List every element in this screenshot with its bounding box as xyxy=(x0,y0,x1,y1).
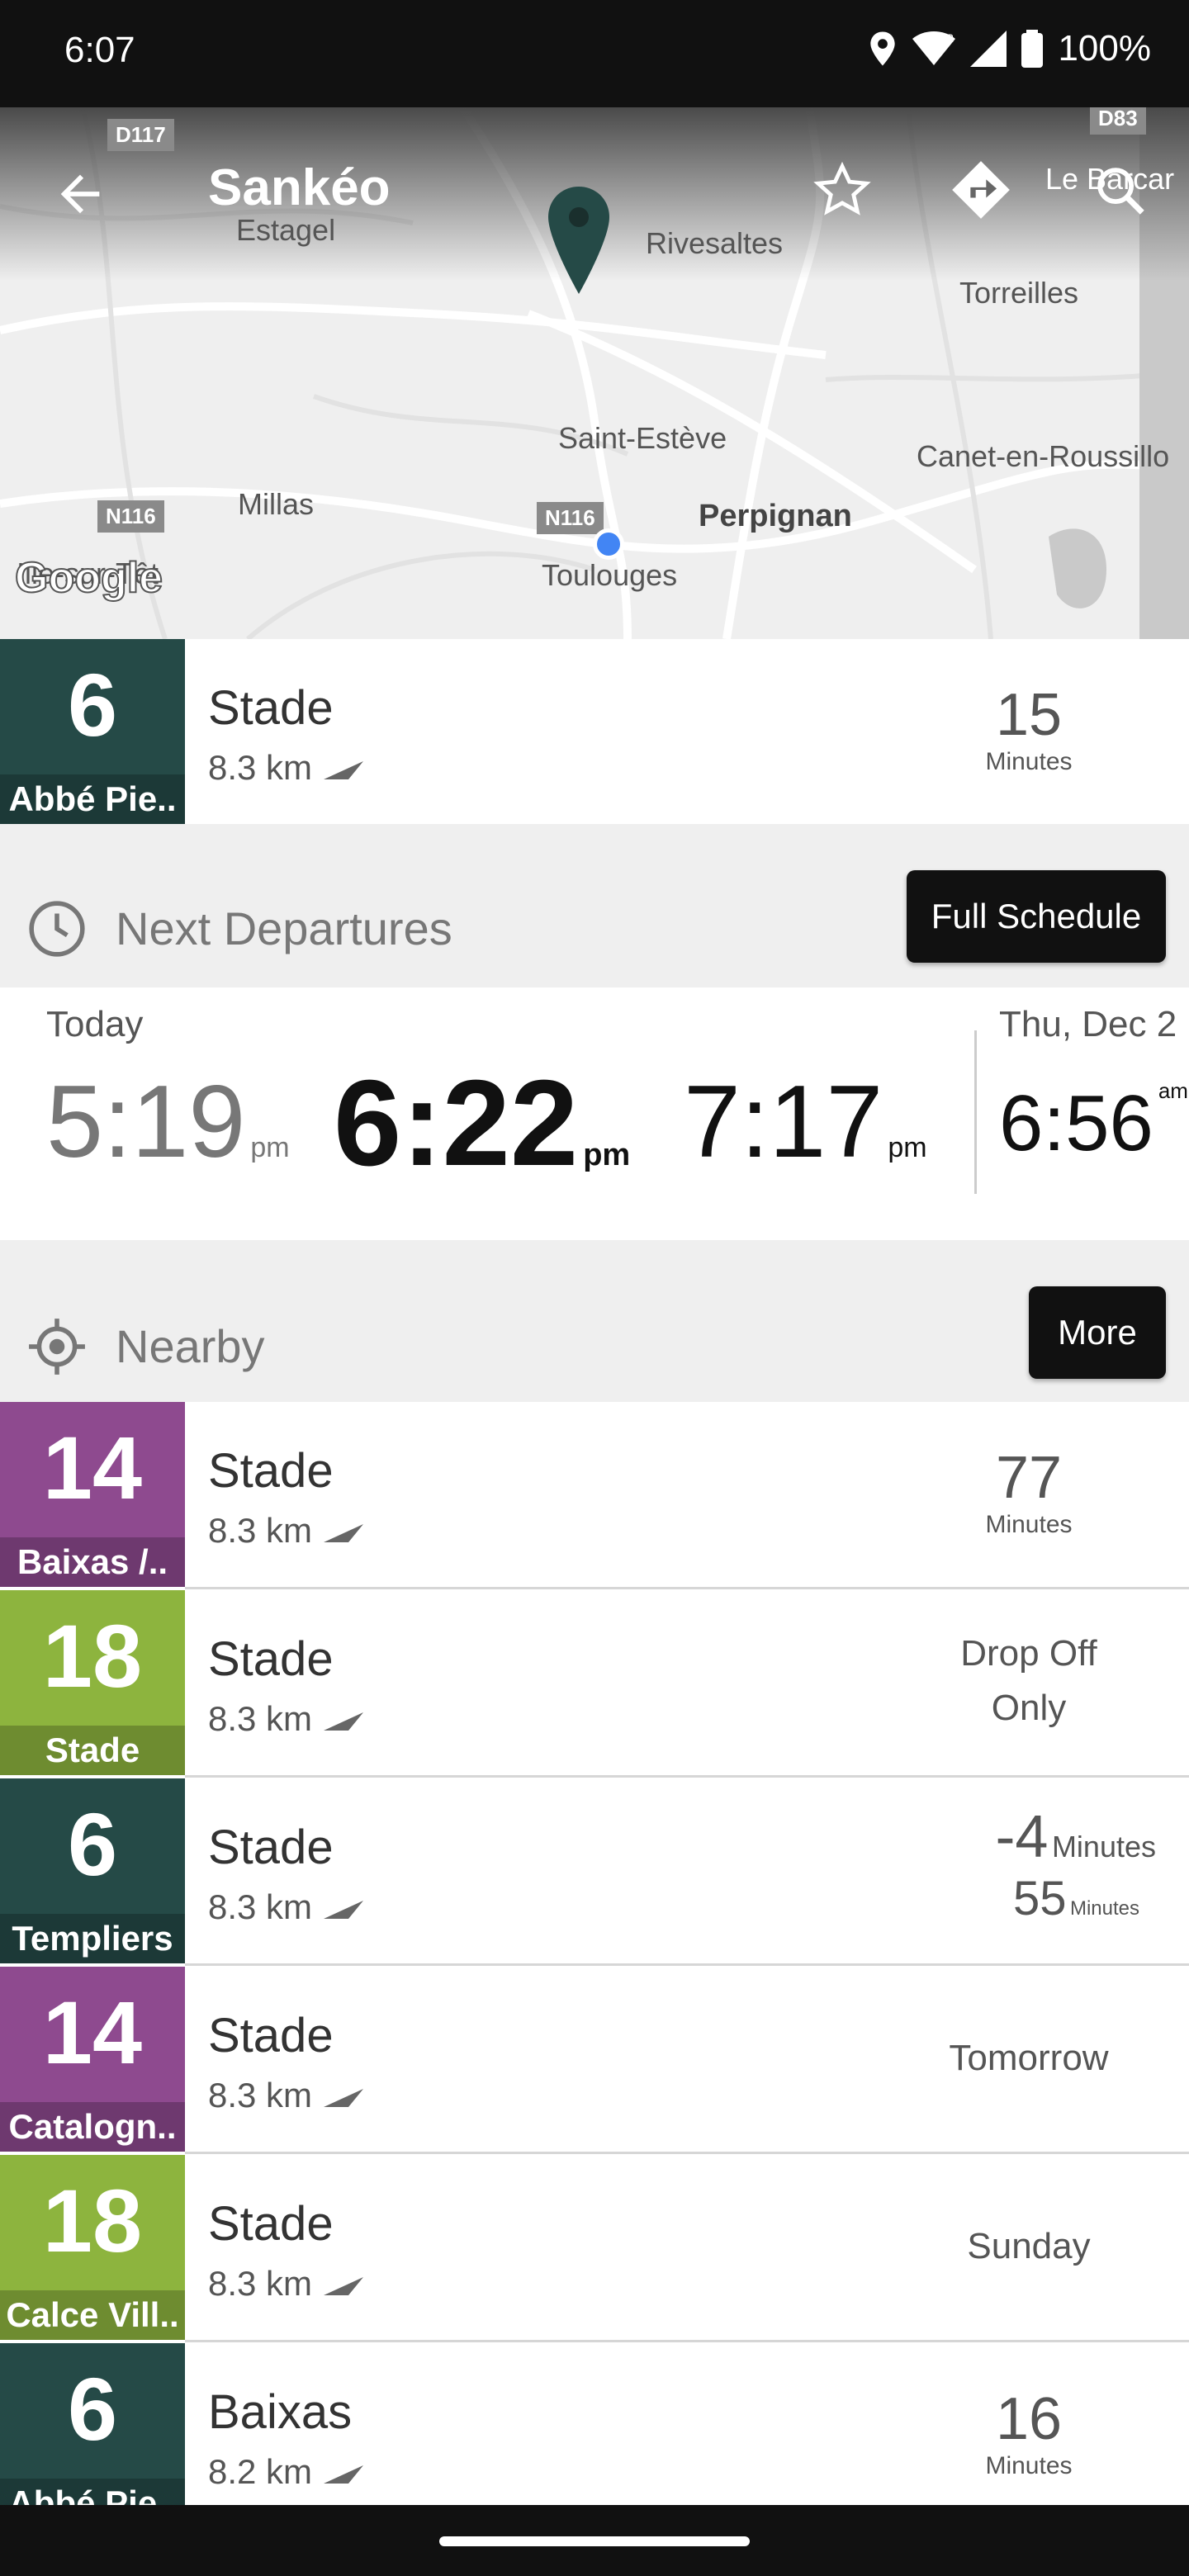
stop-distance: 8.3 km xyxy=(208,2076,365,2115)
search-icon[interactable] xyxy=(1092,162,1149,220)
map-place-label: Canet-en-Roussillo xyxy=(917,439,1170,473)
more-button[interactable]: More xyxy=(1029,1286,1166,1379)
favorite-star-icon[interactable] xyxy=(812,160,872,220)
list-item[interactable]: 18 Calce Vill.. Stade 8.3 km Sunday xyxy=(0,2155,1189,2340)
stop-distance: 8.3 km xyxy=(208,1887,365,1927)
map-place-label: Rivesaltes xyxy=(646,226,784,260)
directions-icon[interactable] xyxy=(950,159,1012,221)
roaming-indicator: R xyxy=(945,31,954,45)
route-badge: 6 Abbé Pie.. xyxy=(0,639,185,824)
section-title: Nearby xyxy=(116,1320,265,1372)
stop-name: Baixas xyxy=(208,2385,353,2439)
list-item[interactable]: 14 Baixas /.. Stade 8.3 km 77 Minutes xyxy=(0,1402,1189,1587)
arrival-status: Tomorrow xyxy=(949,2038,1109,2078)
stop-distance: 8.3 km xyxy=(208,1699,365,1739)
stop-pin-icon[interactable] xyxy=(548,187,609,294)
route-badge: 14 Baixas /.. xyxy=(0,1402,185,1587)
wifi-icon: R xyxy=(912,31,956,65)
route-badge: 18 Calce Vill.. xyxy=(0,2155,185,2340)
road-label: N116 xyxy=(537,502,604,534)
map-place-label: Perpignan xyxy=(699,499,852,533)
google-logo: Google xyxy=(14,553,163,603)
battery-percent: 100% xyxy=(1058,28,1151,69)
stop-distance: 8.3 km xyxy=(208,1511,365,1551)
stop-name: Stade xyxy=(208,1632,334,1686)
cell-signal-icon xyxy=(970,31,1007,67)
list-item[interactable]: 14 Catalogn.. Stade 8.3 km Tomorrow xyxy=(0,1967,1189,2152)
compass-arrow-icon xyxy=(324,2276,364,2295)
current-stop-row[interactable]: 6 Abbé Pie.. Stade 8.3 km 15 Minutes xyxy=(0,639,1189,824)
compass-arrow-icon xyxy=(324,1523,364,1542)
route-number: 6 xyxy=(67,655,118,755)
map-place-label: Saint-Estève xyxy=(558,421,727,455)
nearby-header: Nearby More xyxy=(0,1240,1189,1402)
today-label: Today xyxy=(46,1004,144,1044)
departure-time-next[interactable]: 6:22 pm xyxy=(334,1054,630,1194)
route-badge: 14 Catalogn.. xyxy=(0,1967,185,2152)
stop-distance: 8.2 km xyxy=(208,2452,365,2492)
route-direction: Abbé Pie.. xyxy=(0,774,185,824)
stop-distance: 8.3 km xyxy=(208,748,365,788)
stop-name: Stade xyxy=(208,681,334,735)
arrival-time: 77 Minutes xyxy=(985,1445,1073,1538)
departure-time-past[interactable]: 5:19 pm xyxy=(46,1063,290,1181)
next-departures-header: Next Departures Full Schedule xyxy=(0,824,1189,987)
stop-name: Stade xyxy=(208,2009,334,2062)
compass-arrow-icon xyxy=(324,2465,364,2484)
status-time: 6:07 xyxy=(64,30,135,70)
map-place-label: Estagel xyxy=(236,213,336,247)
home-gesture-handle[interactable] xyxy=(439,2536,750,2546)
map-place-label: Toulouges xyxy=(542,558,678,592)
road-label: N116 xyxy=(97,500,164,533)
list-item[interactable]: 18 Stade Stade 8.3 km Drop Off Only xyxy=(0,1590,1189,1775)
full-schedule-button[interactable]: Full Schedule xyxy=(907,870,1166,963)
route-badge: 6 Abbé Pie.. xyxy=(0,2343,185,2505)
compass-arrow-icon xyxy=(324,760,364,779)
nearby-list: 14 Baixas /.. Stade 8.3 km 77 Minutes 18 … xyxy=(0,1402,1189,2505)
road-label: D83 xyxy=(1090,107,1146,135)
arrival-time: 16 Minutes xyxy=(985,2386,1073,2479)
map-place-label: Torreilles xyxy=(959,276,1079,310)
stop-name: Stade xyxy=(208,1444,334,1498)
system-nav-bar xyxy=(0,2505,1189,2576)
my-location-icon xyxy=(29,1319,85,1375)
map-place-label: Millas xyxy=(238,487,315,521)
compass-arrow-icon xyxy=(324,2088,364,2107)
route-badge: 6 Templiers xyxy=(0,1778,185,1963)
arrival-time: -4 Minutes 55 Minutes xyxy=(995,1804,1156,1925)
stop-name: Stade xyxy=(208,1821,334,1874)
clock-icon xyxy=(29,901,85,957)
route-badge: 18 Stade xyxy=(0,1590,185,1775)
departure-time-next-day[interactable]: 6:56 am xyxy=(999,1078,1188,1169)
map-view[interactable]: D117 D83 N116 N116 Estagel Rivesaltes To… xyxy=(0,107,1189,639)
arrival-status: Drop Off Only xyxy=(960,1633,1097,1728)
status-icons: R 100% xyxy=(868,28,1151,69)
section-title: Next Departures xyxy=(116,902,452,954)
my-location-dot xyxy=(593,528,624,560)
next-day-label: Thu, Dec 2 xyxy=(999,1004,1177,1044)
road-label: D117 xyxy=(107,119,174,151)
compass-arrow-icon xyxy=(324,1712,364,1731)
departure-time-future[interactable]: 7:17 pm xyxy=(684,1063,927,1181)
departure-times: Today 5:19 pm 6:22 pm 7:17 pm Thu, Dec 2 6:… xyxy=(0,987,1189,1240)
status-bar: 6:07 R 100% xyxy=(0,0,1189,107)
page-title: Sankéo xyxy=(208,159,391,216)
list-item[interactable]: 6 Abbé Pie.. Baixas 8.2 km 16 Minutes xyxy=(0,2343,1189,2505)
stop-name: Stade xyxy=(208,2197,334,2251)
location-icon xyxy=(870,31,896,66)
battery-icon xyxy=(1021,30,1044,68)
compass-arrow-icon xyxy=(324,1900,364,1919)
stop-distance: 8.3 km xyxy=(208,2264,365,2304)
list-item[interactable]: 6 Templiers Stade 8.3 km -4 Minutes 55 M… xyxy=(0,1778,1189,1963)
back-arrow-icon[interactable] xyxy=(51,165,109,223)
arrival-time: 15 Minutes xyxy=(985,682,1073,775)
arrival-status: Sunday xyxy=(967,2226,1091,2266)
